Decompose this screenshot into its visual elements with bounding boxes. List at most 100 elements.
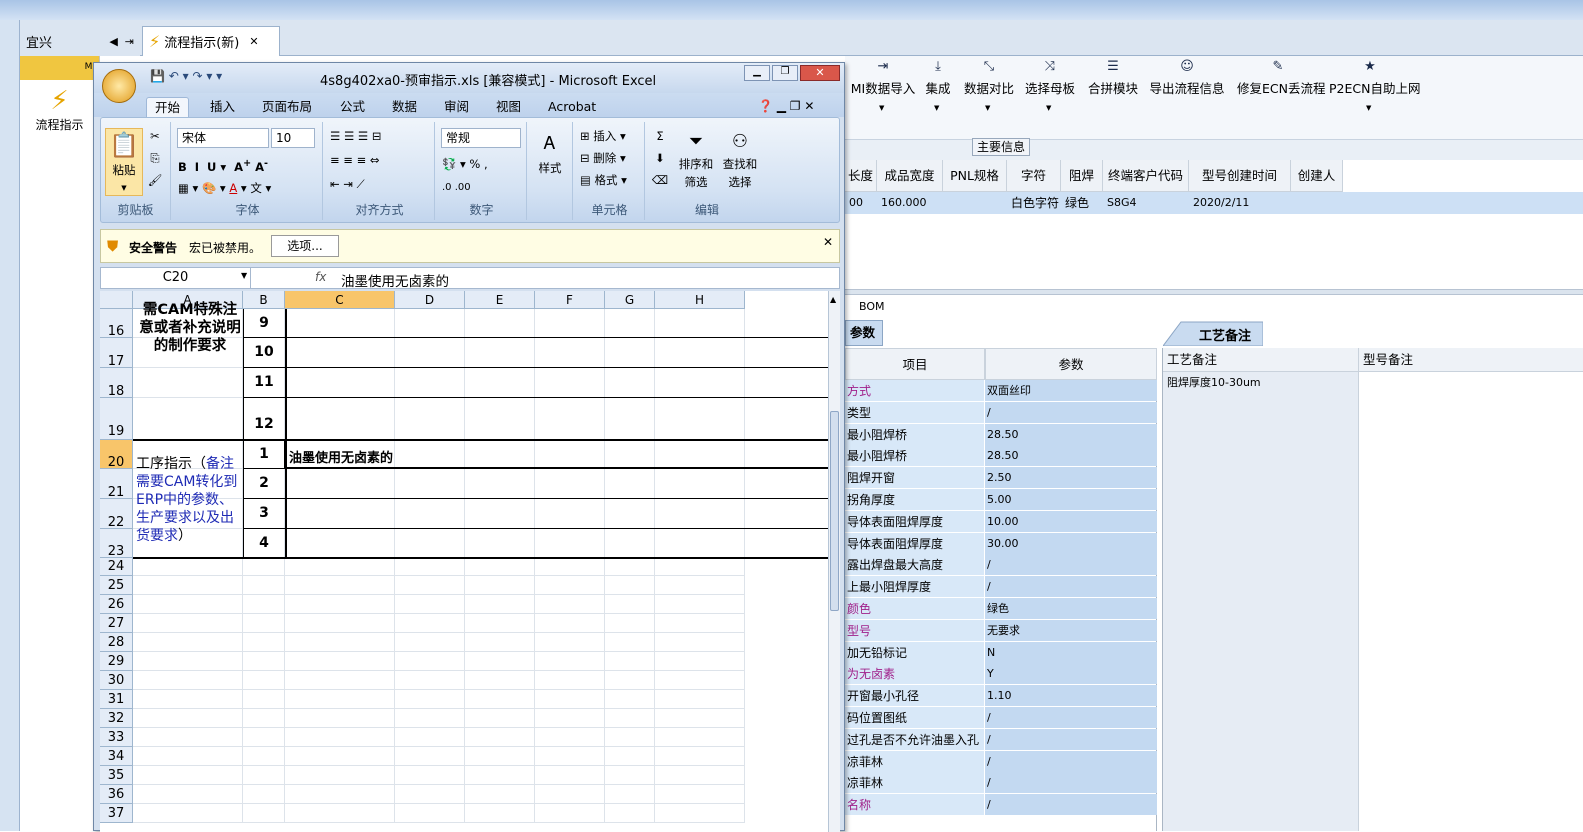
styles-button[interactable]: Ꭺ 样式 [531, 128, 569, 188]
cell[interactable] [395, 368, 465, 398]
row-header[interactable]: 35 [100, 766, 133, 785]
col-header-param[interactable]: 参数 [985, 348, 1157, 380]
cell[interactable] [285, 709, 395, 728]
cell[interactable] [133, 652, 243, 671]
cell[interactable] [133, 368, 243, 398]
cell[interactable] [395, 576, 465, 595]
param-row[interactable]: 露出焊盘最大高度 / [845, 554, 1157, 576]
cell[interactable] [655, 529, 745, 558]
param-row[interactable]: 类型 / [845, 401, 1157, 424]
param-row[interactable]: 最小阻焊桥 28.50 [845, 423, 1157, 446]
cell[interactable] [243, 728, 285, 747]
param-row[interactable]: 导体表面阻焊厚度 30.00 [845, 532, 1157, 555]
param-row[interactable]: 码位置图纸 / [845, 707, 1157, 729]
tab-view[interactable]: 视图 [488, 97, 529, 117]
cell[interactable] [395, 499, 465, 529]
cell[interactable] [285, 576, 395, 595]
formula-input[interactable]: 油墨使用无卤素的 [341, 270, 449, 290]
cell[interactable] [133, 576, 243, 595]
cell[interactable] [535, 398, 605, 440]
param-row[interactable]: 型号 无要求 [845, 619, 1157, 642]
tab-insert[interactable]: 插入 [202, 97, 243, 117]
cell[interactable] [243, 558, 285, 576]
cell[interactable] [285, 766, 395, 785]
col-header[interactable]: 工艺备注 [1163, 348, 1359, 372]
cell[interactable] [605, 766, 655, 785]
cell[interactable] [465, 595, 535, 614]
cell[interactable] [243, 595, 285, 614]
tab-acrobat[interactable]: Acrobat [540, 97, 604, 117]
col-header[interactable]: 成品宽度 [877, 160, 943, 192]
param-row[interactable]: 方式 双面丝印 [845, 380, 1157, 402]
col-header[interactable]: 字符 [1007, 160, 1061, 192]
tab-home[interactable]: 开始 [146, 97, 190, 117]
row-header[interactable]: 17 [100, 338, 133, 369]
row-header[interactable]: 36 [100, 785, 133, 804]
cell-a-process[interactable]: 工序指示（备注需要CAM转化到ERP中的参数、生产要求以及出货要求） [136, 455, 244, 545]
cell[interactable] [655, 614, 745, 633]
cell[interactable] [285, 804, 395, 823]
col-header[interactable]: PNL规格 [943, 160, 1007, 192]
cell[interactable] [133, 804, 243, 823]
cell-b-value[interactable]: 1 [243, 446, 285, 462]
cell[interactable] [243, 785, 285, 804]
row-header[interactable]: 23 [100, 529, 133, 559]
cell[interactable] [395, 338, 465, 368]
cell[interactable] [395, 766, 465, 785]
font-size-select[interactable]: 10 [271, 128, 315, 148]
cell[interactable] [535, 633, 605, 652]
cell[interactable] [285, 558, 395, 576]
cell[interactable] [133, 766, 243, 785]
cell-b-value[interactable]: 10 [243, 344, 285, 360]
cell[interactable] [605, 469, 655, 499]
cell[interactable] [535, 766, 605, 785]
param-row[interactable]: 加无铅标记 N [845, 641, 1157, 664]
cell[interactable] [655, 338, 745, 368]
spreadsheet-grid[interactable]: ABCDEFGH 16 17 18 19 20 21 22 23 24 25 26 27 28 29 30 3… [100, 291, 828, 832]
cell[interactable] [465, 652, 535, 671]
cell[interactable] [395, 529, 465, 558]
cell[interactable] [395, 558, 465, 576]
tab-formulas[interactable]: 公式 [332, 97, 373, 117]
cell[interactable] [395, 709, 465, 728]
cell-c20[interactable]: 油墨使用无卤素的 [289, 447, 393, 466]
cell-b-value[interactable]: 12 [243, 416, 285, 432]
cell[interactable] [465, 499, 535, 529]
merge-module-button[interactable]: ☰ 合拼模块 [1087, 56, 1139, 118]
row-header[interactable]: 24 [100, 558, 133, 576]
cell[interactable] [655, 398, 745, 440]
close-icon[interactable]: ✕ [249, 35, 258, 48]
cell[interactable] [605, 595, 655, 614]
cell[interactable] [535, 529, 605, 558]
cell[interactable] [535, 614, 605, 633]
cell[interactable] [133, 671, 243, 690]
cell[interactable] [395, 398, 465, 440]
cell[interactable] [535, 338, 605, 368]
col-header-g[interactable]: G [605, 291, 655, 309]
cell[interactable] [605, 747, 655, 766]
cell[interactable] [655, 368, 745, 398]
chevron-down-icon[interactable]: ▼ [241, 271, 247, 280]
cell-b-value[interactable]: 2 [243, 475, 285, 491]
tab-flow-instruction[interactable]: ⚡ 流程指示(新) ✕ [142, 26, 280, 56]
cell[interactable] [605, 728, 655, 747]
cell[interactable] [243, 747, 285, 766]
fill-icon[interactable]: ⬇ [649, 148, 671, 168]
cell[interactable] [535, 747, 605, 766]
cell[interactable] [395, 469, 465, 499]
param-row[interactable]: 拐角厚度 5.00 [845, 489, 1157, 511]
cell[interactable] [395, 614, 465, 633]
cell[interactable] [133, 690, 243, 709]
cell[interactable] [605, 633, 655, 652]
location-tab[interactable]: 宜兴 ◀ ⇥ [20, 26, 140, 56]
row-header[interactable]: 37 [100, 804, 133, 823]
row-header[interactable]: 33 [100, 728, 133, 747]
cell[interactable] [465, 338, 535, 368]
row-header[interactable]: 27 [100, 614, 133, 633]
cell[interactable] [243, 576, 285, 595]
cell[interactable] [285, 368, 395, 398]
cell[interactable] [395, 309, 465, 338]
cell[interactable] [243, 804, 285, 823]
param-row[interactable]: 为无卤素 Y [845, 663, 1157, 685]
cell[interactable] [655, 728, 745, 747]
